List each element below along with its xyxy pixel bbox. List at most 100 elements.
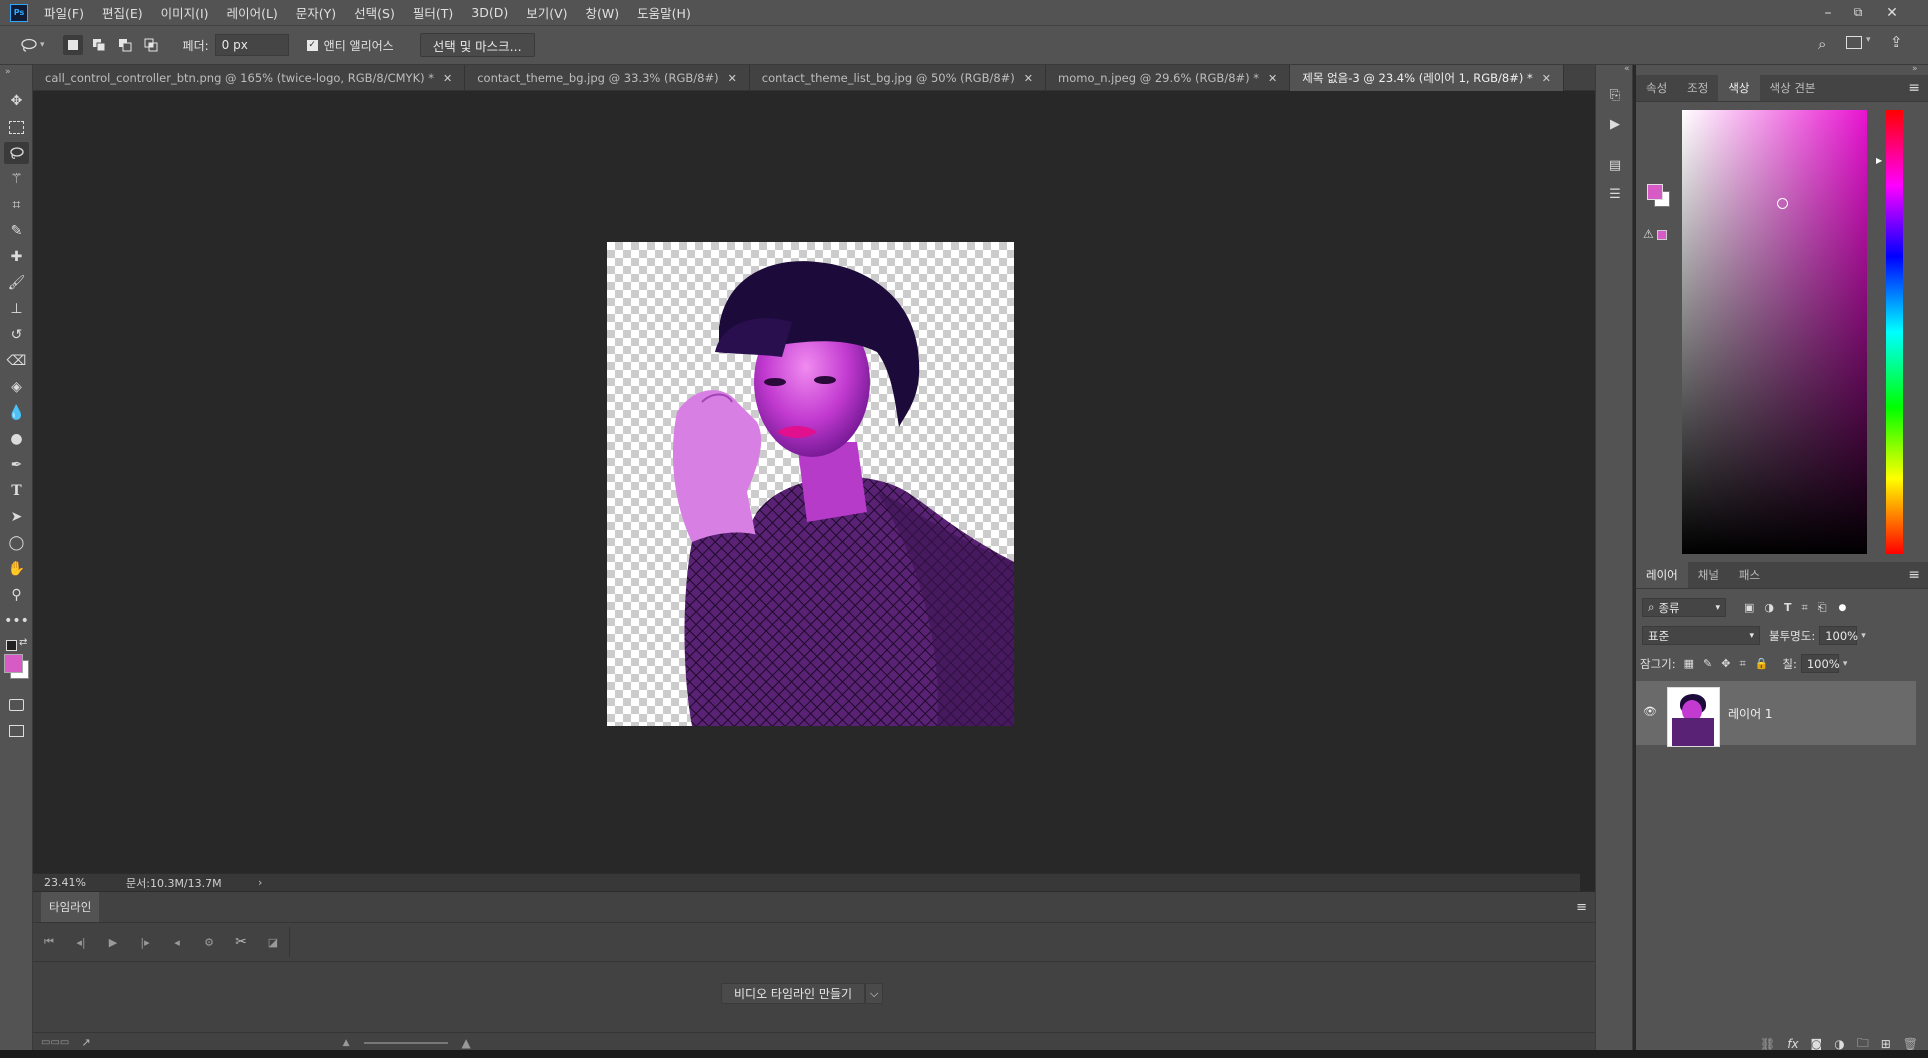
history-icon[interactable]: ⎘ <box>1605 85 1625 105</box>
intersect-selection-icon[interactable] <box>141 35 161 55</box>
path-selection-tool-icon[interactable]: ➤ <box>4 506 29 528</box>
hand-tool-icon[interactable]: ✋ <box>4 558 29 580</box>
prev-frame-icon[interactable]: ◂| <box>65 927 97 957</box>
menu-help[interactable]: 도움말(H) <box>637 3 691 22</box>
history-brush-tool-icon[interactable]: ↺ <box>4 324 29 346</box>
feather-input[interactable]: 0 px <box>214 34 289 56</box>
libraries-icon[interactable]: ▤ <box>1605 155 1625 175</box>
filter-toggle-icon[interactable]: ● <box>1839 603 1847 613</box>
close-window-button[interactable]: ✕ <box>1876 0 1908 25</box>
add-mask-icon[interactable]: ◙ <box>1811 1037 1823 1051</box>
zoom-tool-icon[interactable]: ⚲ <box>4 584 29 606</box>
timeline-mode-dropdown[interactable]: ⌵ <box>865 983 884 1004</box>
fill-chevron-icon[interactable]: ▾ <box>1843 659 1848 669</box>
layer-row[interactable]: 👁 레이어 1 <box>1636 681 1916 747</box>
saturation-value-picker[interactable] <box>1682 110 1867 554</box>
timeline-tab[interactable]: 타임라인 <box>41 892 100 922</box>
lasso-tool-icon[interactable] <box>4 142 29 164</box>
play-icon[interactable]: ▶ <box>97 927 129 957</box>
menu-image[interactable]: 이미지(I) <box>161 3 209 22</box>
default-colors-icon[interactable] <box>6 640 17 651</box>
picker-cursor[interactable] <box>1777 198 1788 209</box>
link-layers-icon[interactable]: ⛓ <box>1760 1037 1775 1051</box>
ellipse-tool-icon[interactable]: ◯ <box>4 532 29 554</box>
settings-icon[interactable]: ⚙ <box>193 927 225 957</box>
more-tools-icon[interactable]: ••• <box>4 610 29 632</box>
antialias-checkbox[interactable]: ✓ <box>306 39 318 51</box>
gamut-warning-icon[interactable]: ⚠ <box>1643 227 1654 241</box>
add-selection-icon[interactable] <box>89 35 109 55</box>
fill-input[interactable]: 100% <box>1800 654 1840 673</box>
pen-tool-icon[interactable]: ✒ <box>4 454 29 476</box>
opacity-chevron-icon[interactable]: ▾ <box>1861 631 1866 641</box>
subtract-selection-icon[interactable] <box>115 35 135 55</box>
search-icon[interactable]: ⌕ <box>1818 35 1826 53</box>
clone-stamp-tool-icon[interactable]: ⊥ <box>4 298 29 320</box>
fx-icon[interactable]: fx <box>1787 1037 1798 1051</box>
tab-color[interactable]: 색상 <box>1718 75 1760 101</box>
eye-icon[interactable]: 👁 <box>1643 705 1657 718</box>
timeline-zoom-slider[interactable] <box>363 1041 448 1044</box>
menu-type[interactable]: 문자(Y) <box>296 3 336 22</box>
next-frame-icon[interactable]: |▸ <box>129 927 161 957</box>
split-icon[interactable]: ✂ <box>225 927 257 957</box>
menu-view[interactable]: 보기(V) <box>526 3 567 22</box>
minimize-button[interactable]: – <box>1812 0 1844 25</box>
zoom-out-icon[interactable]: ▲ <box>343 1038 350 1048</box>
lasso-preset-icon[interactable] <box>18 34 40 56</box>
filter-shape-icon[interactable]: ⌗ <box>1802 601 1808 615</box>
tab-channels[interactable]: 채널 <box>1688 562 1729 588</box>
new-layer-icon[interactable]: ⊞ <box>1881 1037 1891 1051</box>
eraser-tool-icon[interactable]: ⌫ <box>4 350 29 372</box>
tab-properties[interactable]: 속성 <box>1636 75 1677 101</box>
hue-slider[interactable] <box>1886 110 1903 554</box>
share-icon[interactable]: ⇪ <box>1890 33 1903 51</box>
tab-layers[interactable]: 레이어 <box>1636 562 1688 588</box>
crop-tool-icon[interactable]: ⌗ <box>4 194 29 216</box>
quick-mask-icon[interactable] <box>4 694 29 716</box>
zoom-in-icon[interactable]: ▲ <box>462 1036 471 1050</box>
doc-tab[interactable]: contact_theme_list_bg.jpg @ 50% (RGB/8#)… <box>750 65 1046 91</box>
trash-icon[interactable]: 🗑 <box>1903 1037 1918 1051</box>
tab-swatches[interactable]: 색상 견본 <box>1760 75 1826 101</box>
hue-slider-marker[interactable]: ▶ <box>1876 156 1882 165</box>
menu-3d[interactable]: 3D(D) <box>471 5 508 20</box>
type-tool-icon[interactable]: T <box>4 480 29 502</box>
lock-pixels-icon[interactable]: ✎ <box>1703 657 1712 670</box>
select-and-mask-button[interactable]: 선택 및 마스크... <box>419 33 535 57</box>
tab-paths[interactable]: 패스 <box>1729 562 1770 588</box>
adjustment-layer-icon[interactable]: ◑ <box>1834 1037 1844 1051</box>
doc-tab[interactable]: call_control_controller_btn.png @ 165% (… <box>33 65 466 91</box>
doc-tab[interactable]: contact_theme_bg.jpg @ 33.3% (RGB/8#) ✕ <box>465 65 750 91</box>
layer-thumbnail[interactable] <box>1667 687 1720 747</box>
lock-position-icon[interactable]: ✥ <box>1721 657 1730 670</box>
foreground-color-swatch[interactable] <box>4 654 23 673</box>
filter-type-icon[interactable]: T <box>1784 601 1792 614</box>
swap-colors-icon[interactable]: ⇄ <box>19 637 27 648</box>
close-tab-icon[interactable]: ✕ <box>1542 72 1551 85</box>
foreground-swatch[interactable] <box>1647 184 1663 200</box>
convert-frames-icon[interactable]: ▭▭▭ <box>41 1037 69 1048</box>
close-tab-icon[interactable]: ✕ <box>728 72 737 85</box>
gamut-swatch[interactable] <box>1657 230 1667 240</box>
panel-menu-icon[interactable]: ≡ <box>1908 80 1920 96</box>
actions-play-icon[interactable]: ▶ <box>1605 114 1625 134</box>
opacity-input[interactable]: 100% <box>1819 626 1858 645</box>
filter-adjustment-icon[interactable]: ◑ <box>1764 601 1774 614</box>
lock-transparency-icon[interactable]: ▦ <box>1684 657 1694 670</box>
blur-tool-icon[interactable]: 💧 <box>4 402 29 424</box>
layer-name[interactable]: 레이어 1 <box>1728 705 1773 722</box>
menu-select[interactable]: 선택(S) <box>354 3 395 22</box>
menu-layer[interactable]: 레이어(L) <box>227 3 278 22</box>
menu-file[interactable]: 파일(F) <box>44 3 84 22</box>
menu-window[interactable]: 창(W) <box>586 3 620 22</box>
magic-wand-tool-icon[interactable]: ⚚ <box>4 168 29 190</box>
create-video-timeline-button[interactable]: 비디오 타임라인 만들기 <box>721 983 866 1004</box>
audio-icon[interactable]: ◂ <box>161 927 193 957</box>
filter-pixel-icon[interactable]: ▣ <box>1744 601 1754 614</box>
move-tool-icon[interactable]: ✥ <box>4 90 29 112</box>
close-tab-icon[interactable]: ✕ <box>1268 72 1277 85</box>
render-video-icon[interactable]: ↗ <box>81 1036 90 1049</box>
blend-mode-select[interactable]: 표준 ▾ <box>1642 626 1760 645</box>
workspace-chevron-icon[interactable]: ▾ <box>1866 35 1871 45</box>
